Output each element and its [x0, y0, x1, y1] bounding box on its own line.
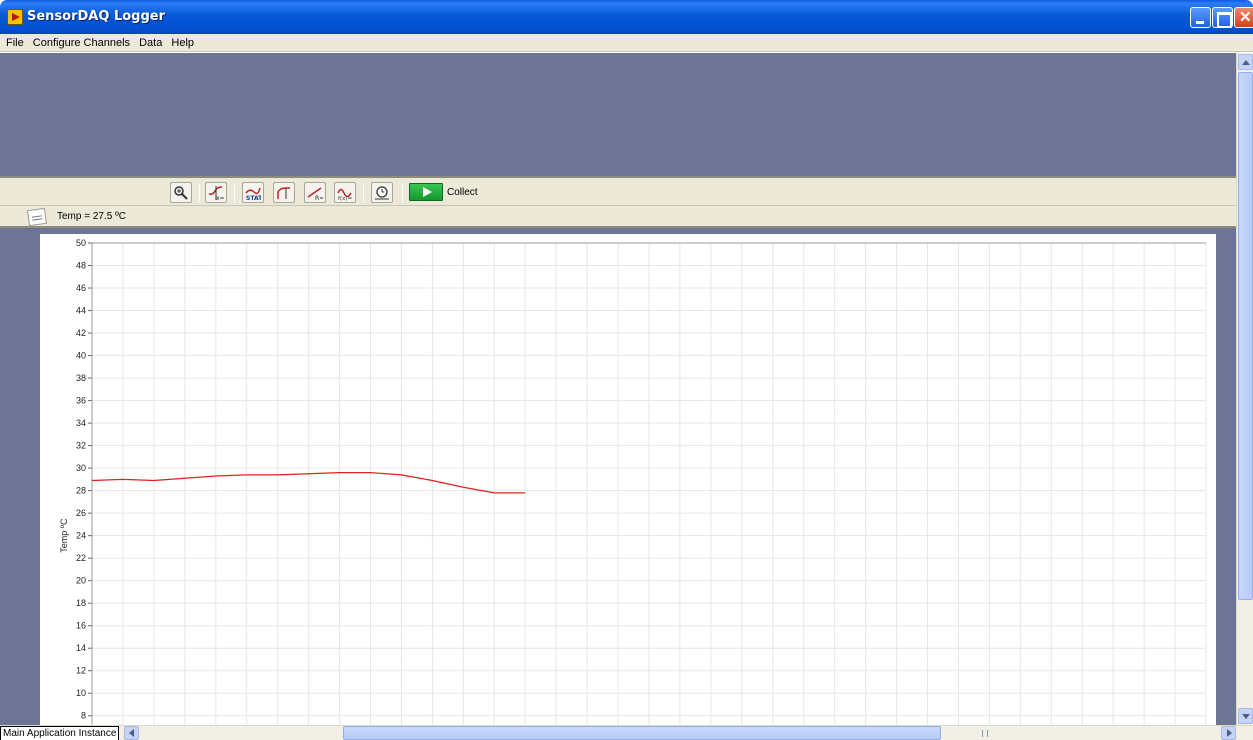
sensor-readout-bar: Temp = 27.5 ºC	[0, 206, 1236, 228]
close-icon: ✕	[1239, 9, 1252, 26]
scroll-right-button[interactable]	[1221, 726, 1236, 740]
window-title: SensorDAQ Logger	[27, 9, 165, 24]
note-icon[interactable]	[26, 207, 48, 227]
y-tick-label: 46	[76, 283, 86, 293]
maximize-button[interactable]	[1212, 7, 1233, 28]
y-tick-label: 38	[76, 373, 86, 383]
svg-text:R=: R=	[315, 195, 323, 201]
y-tick-label: 32	[76, 441, 86, 451]
y-tick-label: 40	[76, 351, 86, 361]
title-bar: SensorDAQ Logger ✕	[0, 0, 1253, 34]
statistics-icon[interactable]: STAT	[242, 182, 264, 203]
collect-button[interactable]	[409, 183, 443, 201]
scroll-left-button[interactable]	[124, 726, 139, 740]
y-tick-label: 42	[76, 328, 86, 338]
examine-icon[interactable]: x=	[205, 182, 227, 203]
y-tick-label: 26	[76, 508, 86, 518]
menu-help[interactable]: Help	[168, 34, 197, 49]
zoom-icon[interactable]	[170, 182, 192, 203]
scroll-up-button[interactable]	[1238, 54, 1253, 70]
svg-text:STAT: STAT	[246, 195, 261, 201]
y-tick-label: 28	[76, 486, 86, 496]
y-tick-label: 36	[76, 396, 86, 406]
menu-bar: File Configure Channels Data Help	[0, 34, 1253, 52]
y-tick-label: 8	[81, 711, 86, 721]
analysis-toolbar: x= STAT R= f(x)= Collect	[0, 176, 1236, 206]
svg-text:f(x)=: f(x)=	[338, 196, 352, 201]
close-button[interactable]: ✕	[1234, 7, 1253, 28]
y-tick-label: 22	[76, 553, 86, 563]
svg-text:x=: x=	[216, 195, 224, 201]
horizontal-scroll-thumb[interactable]	[343, 726, 988, 740]
y-tick-label: 30	[76, 463, 86, 473]
menu-data[interactable]: Data	[136, 34, 165, 49]
vertical-scrollbar[interactable]	[1236, 53, 1253, 725]
data-collection-settings-icon[interactable]	[371, 182, 393, 203]
y-tick-label: 12	[76, 666, 86, 676]
collect-label[interactable]: Collect	[447, 187, 478, 198]
linear-fit-icon[interactable]: R=	[304, 182, 326, 203]
curve-fit-icon[interactable]: f(x)=	[334, 182, 356, 203]
y-tick-label: 18	[76, 598, 86, 608]
y-axis-label: Temp ºC	[59, 518, 69, 553]
tangent-icon[interactable]	[273, 182, 295, 203]
app-icon	[7, 9, 23, 25]
sensor-readout: Temp = 27.5 ºC	[57, 211, 126, 222]
menu-configure-channels[interactable]: Configure Channels	[30, 34, 133, 49]
minimize-button[interactable]	[1190, 7, 1211, 28]
scroll-down-button[interactable]	[1238, 708, 1253, 724]
y-tick-label: 14	[76, 643, 86, 653]
y-tick-label: 10	[76, 688, 86, 698]
application-instance-label: Main Application Instance	[0, 726, 120, 740]
y-tick-label: 16	[76, 621, 86, 631]
y-tick-label: 50	[76, 238, 86, 248]
y-tick-label: 48	[76, 261, 86, 271]
y-tick-label: 24	[76, 531, 86, 541]
temperature-chart[interactable]: 50 48 46 44 42 40 38 36 34 32 30 28 26 24 22 20 18 16 14 12…	[40, 234, 1216, 725]
vertical-scroll-thumb[interactable]	[1238, 72, 1253, 600]
menu-file[interactable]: File	[3, 34, 27, 49]
y-tick-label: 20	[76, 576, 86, 586]
bottom-bar: Main Application Instance	[0, 725, 1253, 740]
y-tick-label: 44	[76, 306, 86, 316]
y-tick-label: 34	[76, 418, 86, 428]
meter-panel	[0, 53, 1236, 176]
graph-panel[interactable]: 50 48 46 44 42 40 38 36 34 32 30 28 26 24 22 20 18 16 14 12…	[40, 234, 1216, 725]
